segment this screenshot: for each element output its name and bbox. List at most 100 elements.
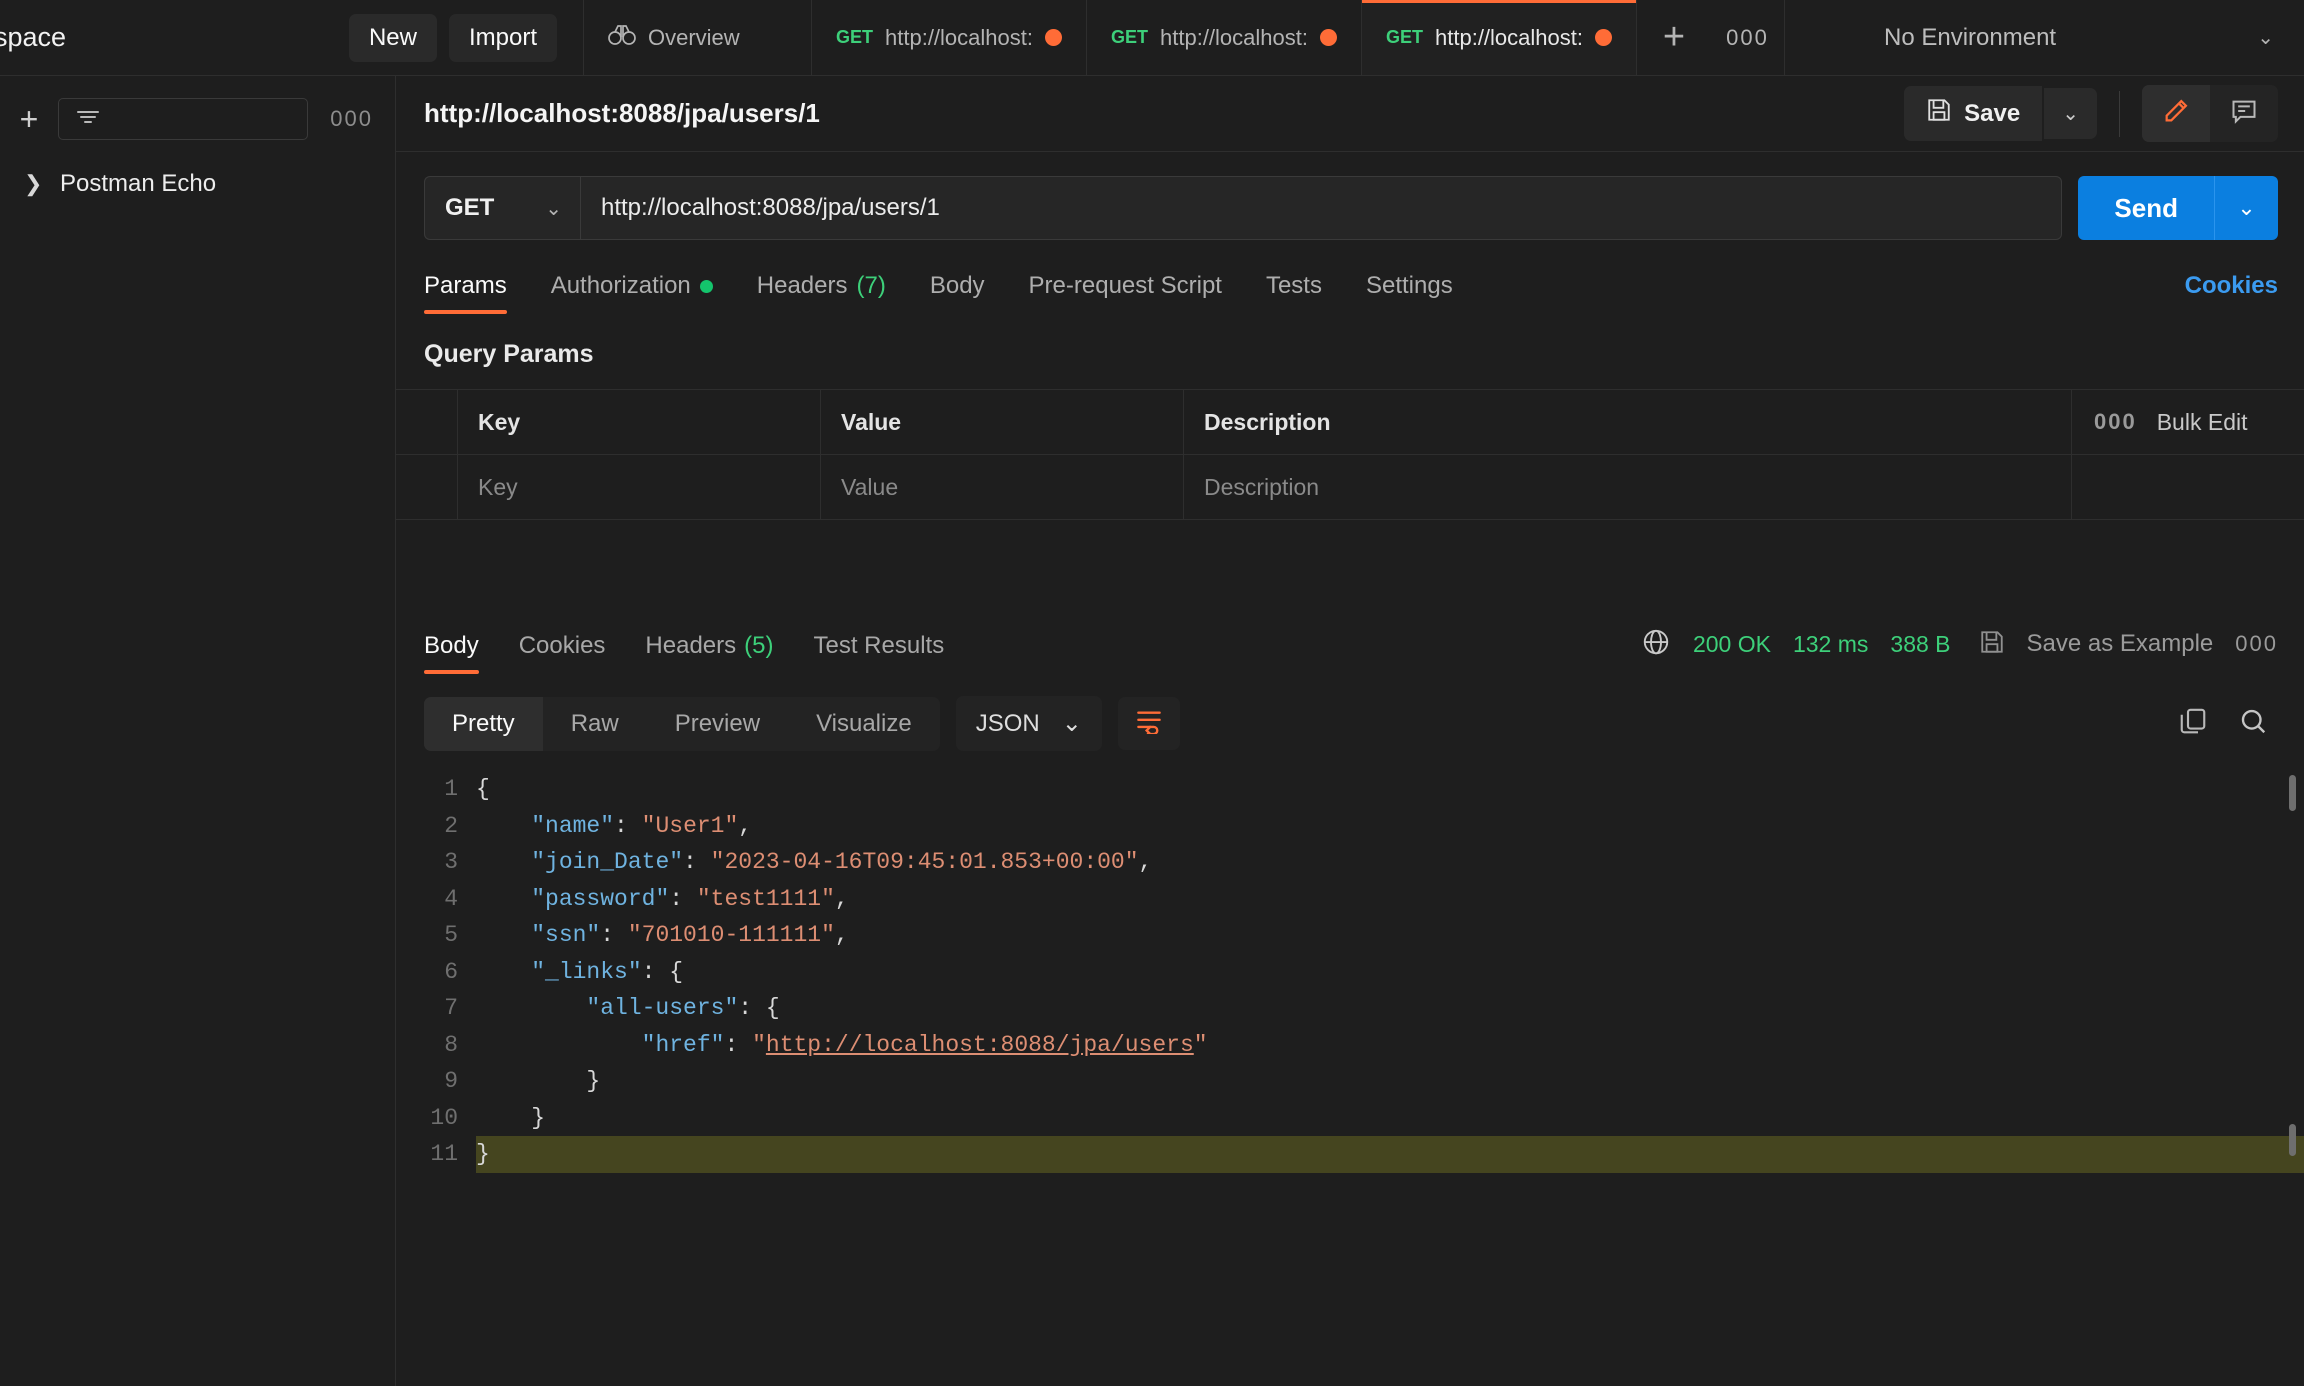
url-input[interactable]: http://localhost:8088/jpa/users/1 [580,176,2063,240]
url-bar: GET ⌄ http://localhost:8088/jpa/users/1 … [396,152,2304,240]
import-button[interactable]: Import [448,13,557,62]
row-checkbox-cell[interactable] [396,455,458,519]
tab-settings[interactable]: Settings [1344,262,1475,314]
tab-body[interactable]: Body [908,262,1007,314]
code-line[interactable]: "href": "http://localhost:8088/jpa/users… [476,1027,2304,1064]
response-tab-test-results[interactable]: Test Results [793,624,964,674]
response-pane: Body Cookies Headers (5) Test Results 20… [396,624,2304,1386]
sidebar: + 000 ❯ Postman Echo [0,76,396,1386]
sidebar-toolbar: + 000 [0,76,395,158]
http-method-select[interactable]: GET ⌄ [424,176,580,240]
tab-more-options-icon[interactable]: 000 [1711,0,1785,75]
response-headers-count: (5) [744,632,774,659]
comment-button[interactable] [2210,85,2278,142]
tab-authorization[interactable]: Authorization [529,262,735,314]
table-more-options-icon[interactable]: 000 [2094,409,2137,435]
new-button[interactable]: New [348,13,437,62]
tab-request-3-active[interactable]: GET http://localhost: [1362,0,1637,75]
response-format-select[interactable]: JSON ⌄ [955,696,1102,751]
request-title-actions: Save ⌄ [1904,85,2278,142]
code-line[interactable]: } [476,1136,2304,1173]
code-line[interactable]: "ssn": "701010-111111", [476,917,2304,954]
tab-request-2-label: http://localhost: [1160,24,1308,50]
tab-overview[interactable]: Overview [584,0,812,75]
workspace-zone: space New Import [0,0,584,75]
new-tab-button[interactable]: + [1637,0,1711,75]
edit-mode-button[interactable] [2142,85,2210,142]
chevron-down-icon: ⌄ [545,197,562,220]
save-as-example-button[interactable]: Save as Example [2027,630,2214,658]
param-key-input[interactable]: Key [458,455,821,519]
cookies-link[interactable]: Cookies [2185,272,2278,314]
code-line[interactable]: "password": "test1111", [476,881,2304,918]
code-line[interactable]: "join_Date": "2023-04-16T09:45:01.853+00… [476,844,2304,881]
tab-authorization-label: Authorization [550,272,691,299]
code-line-number: 6 [444,958,458,985]
code-content[interactable]: { "name": "User1", "join_Date": "2023-04… [476,769,2304,1386]
filter-icon [75,108,101,131]
tab-params[interactable]: Params [424,262,529,314]
response-tab-cookies[interactable]: Cookies [499,624,626,674]
top-bar: space New Import Overview GET http://loc… [0,0,2304,76]
response-tabs: Body Cookies Headers (5) Test Results 20… [396,624,2304,674]
response-tab-body[interactable]: Body [424,624,499,674]
sidebar-filter-input[interactable] [58,98,309,140]
tab-headers[interactable]: Headers (7) [735,262,908,314]
tab-request-2[interactable]: GET http://localhost: [1087,0,1362,75]
save-options-button[interactable]: ⌄ [2044,88,2097,139]
copy-icon[interactable] [2178,706,2208,741]
send-options-button[interactable]: ⌄ [2214,176,2278,240]
code-line[interactable]: } [476,1063,2304,1100]
code-line-number: 7 [444,995,458,1021]
query-params-title: Query Params [424,340,594,368]
bulk-edit-button[interactable]: Bulk Edit [2157,409,2248,436]
send-button[interactable]: Send [2078,176,2214,240]
tab-pre-request-script[interactable]: Pre-request Script [1007,262,1244,314]
tab-body-label: Body [929,272,985,299]
code-line-number: 10 [430,1104,458,1131]
word-wrap-button[interactable] [1117,697,1180,750]
save-button[interactable]: Save [1904,86,2043,141]
code-line-number: 11 [430,1141,458,1167]
code-line-numbers: 1 2 3 4 5 6 7 8 9 10 11 [396,769,476,1386]
view-mode-visualize[interactable]: Visualize [788,697,940,751]
view-mode-group [2142,85,2278,142]
code-line-number: 2 [444,812,458,839]
code-line[interactable]: "_links": { [476,954,2304,991]
tab-tests[interactable]: Tests [1244,262,1344,314]
http-method-label: GET [445,194,495,221]
environment-selector[interactable]: No Environment ⌄ [1850,0,2304,75]
tab-settings-label: Settings [1365,272,1453,299]
tab-pre-request-script-label: Pre-request Script [1028,272,1222,299]
code-line-number: 5 [444,922,458,948]
tab-method-label: GET [1386,27,1424,47]
sidebar-item-postman-echo[interactable]: ❯ Postman Echo [0,158,395,210]
code-line[interactable]: "all-users": { [476,990,2304,1027]
word-wrap-icon [1134,708,1164,739]
code-line[interactable]: { [476,771,2304,808]
response-view-mode-group: Pretty Raw Preview Visualize [424,696,940,751]
code-scrollbar-thumb[interactable] [2289,775,2296,811]
sidebar-more-icon[interactable]: 000 [322,106,381,132]
column-header-value: Value [821,390,1184,454]
search-icon[interactable] [2238,706,2268,741]
response-more-options-icon[interactable]: 000 [2235,631,2278,657]
select-all-checkbox-cell[interactable] [396,390,458,454]
param-description-input[interactable]: Description [1184,455,2072,519]
tab-overview-label: Overview [648,24,740,50]
response-tab-headers[interactable]: Headers (5) [625,624,793,674]
response-body-code[interactable]: 1 2 3 4 5 6 7 8 9 10 11 { "name": "User1", "join_D… [396,769,2304,1386]
sidebar-item-label: Postman Echo [60,170,217,197]
view-mode-preview[interactable]: Preview [647,697,788,751]
view-mode-raw[interactable]: Raw [543,697,647,751]
code-scrollbar-thumb-bottom[interactable] [2289,1124,2296,1156]
code-line[interactable]: } [476,1100,2304,1137]
sidebar-add-icon[interactable]: + [14,101,44,138]
column-header-key: Key [458,390,821,454]
param-value-input[interactable]: Value [821,455,1184,519]
code-line[interactable]: "name": "User1", [476,808,2304,845]
workspace-buttons: New Import [348,13,583,62]
tab-request-1[interactable]: GET http://localhost: [812,0,1087,75]
main-area: + 000 ❯ Postman Echo http://localhost:80… [0,76,2304,1386]
view-mode-pretty[interactable]: Pretty [424,696,543,751]
